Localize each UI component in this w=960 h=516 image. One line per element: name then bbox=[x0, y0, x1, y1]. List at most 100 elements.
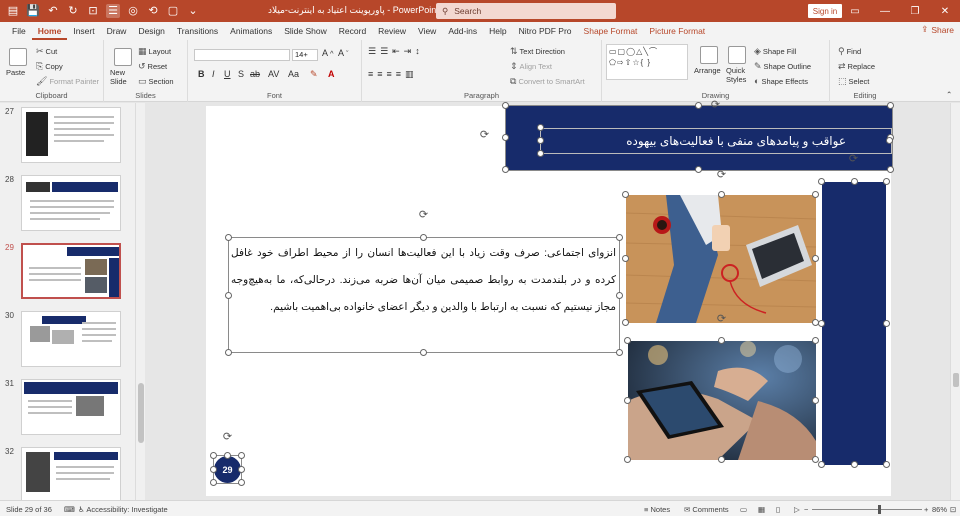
reset-button[interactable]: ↺ Reset bbox=[138, 61, 167, 72]
resize-handle[interactable] bbox=[818, 178, 825, 185]
accessibility-status[interactable]: ♿ Accessibility: Investigate bbox=[78, 505, 168, 514]
list-buttons-icon[interactable]: ☰☰⇤⇥↕ bbox=[368, 46, 424, 57]
tab-help[interactable]: Help bbox=[483, 22, 512, 40]
resize-handle[interactable] bbox=[210, 479, 217, 486]
tab-picture-format[interactable]: Picture Format bbox=[643, 22, 711, 40]
notes-button[interactable]: ≡ Notes bbox=[644, 505, 670, 514]
resize-handle[interactable] bbox=[616, 349, 623, 356]
resize-handle[interactable] bbox=[812, 397, 819, 404]
rotate-handle-icon[interactable]: ⟳ bbox=[479, 130, 490, 141]
resize-handle[interactable] bbox=[537, 137, 544, 144]
resize-handle[interactable] bbox=[812, 191, 819, 198]
laptop-photo[interactable] bbox=[626, 195, 816, 323]
resize-handle[interactable] bbox=[502, 102, 509, 109]
layout-button[interactable]: ▦ Layout bbox=[138, 46, 171, 57]
resize-handle[interactable] bbox=[812, 255, 819, 262]
cut-button[interactable]: ✂ Cut bbox=[36, 46, 57, 57]
thumbnail-slide-31[interactable] bbox=[21, 379, 121, 435]
zoom-slider[interactable] bbox=[812, 509, 922, 510]
slide-scrollbar[interactable] bbox=[950, 103, 960, 500]
present-icon[interactable]: ◎ bbox=[126, 4, 140, 18]
resize-handle[interactable] bbox=[851, 178, 858, 185]
tab-draw[interactable]: Draw bbox=[101, 22, 133, 40]
rotate-handle-icon[interactable]: ⟳ bbox=[418, 210, 429, 221]
resize-handle[interactable] bbox=[238, 479, 245, 486]
resize-handle[interactable] bbox=[225, 234, 232, 241]
font-size-input[interactable]: 14+ bbox=[292, 49, 318, 61]
change-case-icon[interactable]: Aa bbox=[288, 69, 299, 79]
decrease-font-icon[interactable]: Aˇ bbox=[338, 48, 349, 58]
resize-handle[interactable] bbox=[883, 320, 890, 327]
shape-fill-button[interactable]: ◈ Shape Fill bbox=[754, 46, 796, 57]
paste-button[interactable]: Paste bbox=[6, 68, 25, 77]
text-direction-button[interactable]: ⇅ Text Direction bbox=[510, 46, 565, 57]
format-painter-button[interactable]: 🖌 Format Painter bbox=[36, 76, 99, 87]
resize-handle[interactable] bbox=[886, 137, 893, 144]
resize-handle[interactable] bbox=[883, 461, 890, 468]
copy-button[interactable]: ⎘ Copy bbox=[36, 61, 63, 72]
section-button[interactable]: ▭ Section bbox=[138, 76, 174, 87]
tab-shape-format[interactable]: Shape Format bbox=[578, 22, 644, 40]
reading-view-icon[interactable]: ▯ bbox=[776, 505, 780, 514]
start-from-beginning-icon[interactable]: ⊡ bbox=[86, 4, 100, 18]
resize-handle[interactable] bbox=[887, 102, 894, 109]
resize-handle[interactable] bbox=[622, 319, 629, 326]
rotate-handle-icon[interactable]: ⟳ bbox=[710, 100, 721, 111]
resize-handle[interactable] bbox=[210, 452, 217, 459]
tab-animations[interactable]: Animations bbox=[224, 22, 278, 40]
slide-sorter-icon[interactable]: ▦ bbox=[758, 505, 765, 514]
tab-review[interactable]: Review bbox=[372, 22, 412, 40]
tab-file[interactable]: File bbox=[6, 22, 32, 40]
fit-slide-icon[interactable]: ⊡ bbox=[950, 505, 956, 514]
highlight-icon[interactable]: ✎ bbox=[310, 69, 318, 80]
search-box[interactable]: ⚲ Search bbox=[436, 3, 616, 19]
share-button[interactable]: ⇪ Share bbox=[921, 24, 954, 35]
resize-handle[interactable] bbox=[883, 178, 890, 185]
scrollbar-thumb[interactable] bbox=[138, 383, 144, 443]
tab-design[interactable]: Design bbox=[132, 22, 170, 40]
character-spacing-icon[interactable]: AV bbox=[268, 69, 279, 79]
resize-handle[interactable] bbox=[851, 461, 858, 468]
tab-insert[interactable]: Insert bbox=[67, 22, 100, 40]
resize-handle[interactable] bbox=[537, 150, 544, 157]
minimize-icon[interactable]: — bbox=[870, 0, 900, 22]
align-text-button[interactable]: ⇕ Align Text bbox=[510, 61, 552, 72]
rotate-handle-icon[interactable]: ⟳ bbox=[222, 432, 233, 443]
resize-handle[interactable] bbox=[225, 349, 232, 356]
tab-add-ins[interactable]: Add-ins bbox=[442, 22, 483, 40]
resize-handle[interactable] bbox=[718, 191, 725, 198]
close-icon[interactable]: ✕ bbox=[930, 0, 960, 22]
shape-outline-button[interactable]: ✎ Shape Outline bbox=[754, 61, 811, 72]
redo-icon[interactable]: ↻ bbox=[66, 4, 80, 18]
resize-handle[interactable] bbox=[887, 166, 894, 173]
side-bar-shape[interactable] bbox=[822, 182, 886, 465]
rotate-handle-icon[interactable]: ⟳ bbox=[716, 314, 727, 325]
shape-icon[interactable]: ▢ bbox=[166, 4, 180, 18]
replace-button[interactable]: ⇄ Replace bbox=[838, 61, 875, 72]
thumbnail-slide-29[interactable] bbox=[21, 243, 121, 299]
bold-icon[interactable]: B bbox=[198, 69, 205, 79]
convert-smartart-button[interactable]: ⧉ Convert to SmartArt bbox=[510, 76, 585, 87]
resize-handle[interactable] bbox=[695, 166, 702, 173]
undo-icon[interactable]: ↶ bbox=[46, 4, 60, 18]
resize-handle[interactable] bbox=[624, 397, 631, 404]
resize-handle[interactable] bbox=[695, 102, 702, 109]
resize-handle[interactable] bbox=[622, 255, 629, 262]
sign-in-button[interactable]: Sign in bbox=[808, 4, 842, 18]
thumbnail-slide-27[interactable] bbox=[21, 107, 121, 163]
resize-handle[interactable] bbox=[225, 292, 232, 299]
resize-handle[interactable] bbox=[502, 134, 509, 141]
resize-handle[interactable] bbox=[616, 234, 623, 241]
resize-handle[interactable] bbox=[624, 456, 631, 463]
save-icon[interactable]: 💾 bbox=[26, 4, 40, 18]
italic-icon[interactable]: I bbox=[212, 69, 215, 79]
select-button[interactable]: ⬚ Select bbox=[838, 76, 869, 87]
resize-handle[interactable] bbox=[420, 234, 427, 241]
zoom-out-icon[interactable]: − bbox=[804, 505, 808, 514]
tab-home[interactable]: Home bbox=[31, 22, 68, 40]
resize-handle[interactable] bbox=[210, 466, 217, 473]
scrollbar-thumb[interactable] bbox=[953, 373, 959, 387]
autosave-icon[interactable]: ▤ bbox=[6, 4, 20, 18]
new-slide-icon[interactable] bbox=[114, 48, 132, 66]
touch-mode-icon[interactable]: ☰ bbox=[106, 4, 120, 18]
